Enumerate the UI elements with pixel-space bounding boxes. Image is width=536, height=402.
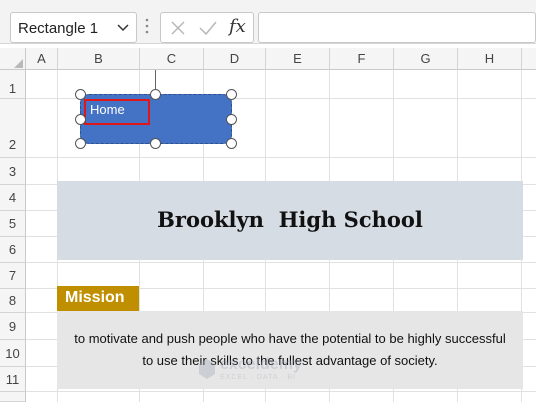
mission-line-1: to motivate and push people who have the…	[74, 331, 506, 346]
resize-handle-left[interactable]	[75, 114, 86, 125]
row-header-8[interactable]: 8	[0, 289, 26, 313]
row-header-5[interactable]: 5	[0, 211, 26, 237]
home-shape[interactable]: Home	[75, 70, 237, 149]
column-header-b[interactable]: B	[58, 48, 140, 70]
row-header-12[interactable]	[0, 392, 26, 402]
resize-handle-top[interactable]	[150, 89, 161, 100]
resize-handle-right[interactable]	[226, 114, 237, 125]
column-header-row: A B C D E F G H	[0, 48, 536, 70]
row-header-9[interactable]: 9	[0, 313, 26, 340]
checkmark-icon[interactable]	[198, 19, 218, 37]
resize-handle-bottom[interactable]	[150, 138, 161, 149]
watermark-tagline: EXCEL · DATA · BI	[220, 374, 296, 381]
title-cell[interactable]: Brooklyn High School	[57, 181, 523, 260]
column-header-d[interactable]: D	[204, 48, 266, 70]
row-header-3[interactable]: 3	[0, 158, 26, 185]
column-header-f[interactable]: F	[330, 48, 394, 70]
watermark: exceldemy EXCEL · DATA · BI	[198, 356, 358, 386]
column-header-c[interactable]: C	[140, 48, 204, 70]
fx-icon[interactable]: fx	[229, 16, 246, 37]
row-header-2[interactable]: 2	[0, 99, 26, 158]
school-title: Brooklyn High School	[157, 207, 423, 232]
column-header-h[interactable]: H	[458, 48, 522, 70]
watermark-brand: exceldemy	[220, 356, 302, 373]
row-header-11[interactable]: 11	[0, 367, 26, 392]
row-header-4[interactable]: 4	[0, 185, 26, 211]
name-box[interactable]: Rectangle 1	[10, 12, 137, 43]
mission-cell[interactable]: Mission	[57, 286, 139, 312]
x-icon[interactable]	[169, 19, 187, 37]
mission-label: Mission	[65, 289, 125, 306]
highlight-box	[84, 99, 150, 125]
column-header-g[interactable]: G	[394, 48, 458, 70]
resize-handle-bottom-right[interactable]	[226, 138, 237, 149]
chevron-down-icon[interactable]	[116, 20, 130, 34]
column-header-a[interactable]: A	[26, 48, 58, 70]
select-all-triangle-icon	[14, 59, 23, 68]
row-header-10[interactable]: 10	[0, 340, 26, 367]
row-header-1[interactable]: 1	[0, 70, 26, 99]
vertical-dots-icon	[145, 18, 149, 34]
name-box-value: Rectangle 1	[18, 20, 99, 37]
resize-handle-bottom-left[interactable]	[75, 138, 86, 149]
row-header-7[interactable]: 7	[0, 263, 26, 289]
formula-actions: fx	[160, 12, 254, 43]
resize-handle-top-left[interactable]	[75, 89, 86, 100]
resize-handle-top-right[interactable]	[226, 89, 237, 100]
row-header-6[interactable]: 6	[0, 237, 26, 263]
formula-input[interactable]	[258, 12, 536, 43]
exceldemy-logo-icon	[199, 359, 215, 379]
formula-bar: Rectangle 1 fx	[0, 0, 536, 44]
column-header-e[interactable]: E	[266, 48, 330, 70]
select-all-button[interactable]	[0, 48, 26, 70]
